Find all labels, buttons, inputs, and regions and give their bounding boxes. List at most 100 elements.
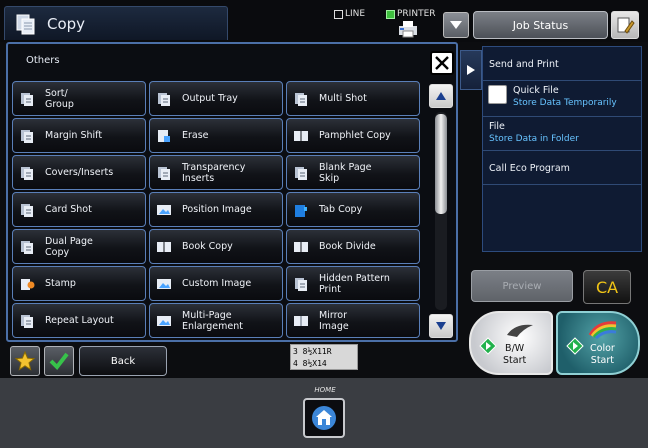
color-start-button[interactable]: Color Start xyxy=(556,311,640,375)
preview-button[interactable]: Preview xyxy=(471,270,573,302)
option-label: Multi Shot xyxy=(319,93,367,104)
option-button-stamp[interactable]: Stamp xyxy=(12,266,146,301)
settings-button[interactable] xyxy=(611,11,639,39)
repeat-layout-icon xyxy=(21,314,33,328)
printer-label: PRINTER xyxy=(397,9,436,19)
mirror-image-icon xyxy=(294,315,308,326)
sidebar-item-label: Quick File xyxy=(513,85,559,96)
paper-tray-status[interactable]: 3 8½X11R 4 8½X14 xyxy=(290,344,358,370)
option-label: Position Image xyxy=(182,204,252,215)
option-button-tab-copy[interactable]: Tab Copy xyxy=(286,192,420,227)
page-title: Copy xyxy=(47,15,86,33)
line-label: LINE xyxy=(345,9,366,19)
option-button-repeat-layout[interactable]: Repeat Layout xyxy=(12,303,146,338)
home-label: HOME xyxy=(314,386,336,394)
option-button-book-divide[interactable]: Book Divide xyxy=(286,229,420,264)
output-tray-icon xyxy=(158,92,170,106)
sort-group-icon xyxy=(21,92,33,106)
option-label: Margin Shift xyxy=(45,130,103,141)
option-button-book-copy[interactable]: Book Copy xyxy=(149,229,283,264)
home-button[interactable] xyxy=(303,398,345,438)
option-label: Book Copy xyxy=(182,241,233,252)
sidebar-item-sublabel: Store Data in Folder xyxy=(489,134,579,144)
color-copy-icon xyxy=(588,321,617,339)
position-image-icon xyxy=(157,204,171,215)
printer-indicator: PRINTER xyxy=(386,9,436,19)
custom-image-icon xyxy=(157,278,171,289)
option-button-custom-image[interactable]: Custom Image xyxy=(149,266,283,301)
top-bar: Copy LINE PRINTER Job Status xyxy=(0,0,648,42)
option-button-dual-page-copy[interactable]: Dual Page Copy xyxy=(12,229,146,264)
sidebar-item-quick-file[interactable]: Quick File Store Data Temporarily xyxy=(483,81,641,117)
option-label: Erase xyxy=(182,130,209,141)
quick-file-checkbox[interactable] xyxy=(488,85,507,104)
option-label: Multi-Page Enlargement xyxy=(182,309,243,332)
book-divide-icon xyxy=(294,241,308,252)
hidden-pattern-print-icon xyxy=(295,277,307,291)
option-button-transparency-inserts[interactable]: Transparency Inserts xyxy=(149,155,283,190)
favorite-button[interactable] xyxy=(10,346,40,376)
options-grid: Sort/ Group Output Tray Multi Shot Margin S… xyxy=(12,81,422,341)
clear-all-button[interactable]: CA xyxy=(583,270,631,304)
scrollbar-thumb[interactable] xyxy=(435,114,447,214)
option-button-covers-inserts[interactable]: Covers/Inserts xyxy=(12,155,146,190)
option-label: Book Divide xyxy=(319,241,376,252)
option-label: Stamp xyxy=(45,278,76,289)
erase-icon xyxy=(158,129,170,142)
multi-shot-icon xyxy=(295,92,307,106)
copy-mode-tab[interactable]: Copy xyxy=(4,6,228,40)
chevron-down-icon xyxy=(450,21,462,29)
option-button-multi-page-enlargement[interactable]: Multi-Page Enlargement xyxy=(149,303,283,338)
option-button-blank-page-skip[interactable]: Blank Page Skip xyxy=(286,155,420,190)
sidebar-item-send-and-print[interactable]: Send and Print xyxy=(483,47,641,81)
option-button-hidden-pattern-print[interactable]: Hidden Pattern Print xyxy=(286,266,420,301)
scrollbar-track[interactable] xyxy=(435,112,447,310)
option-button-erase[interactable]: Erase xyxy=(149,118,283,153)
bw-copy-icon xyxy=(507,324,533,337)
check-button[interactable] xyxy=(44,346,74,376)
option-button-multi-shot[interactable]: Multi Shot xyxy=(286,81,420,116)
copy-mode-icon xyxy=(16,14,35,35)
option-button-position-image[interactable]: Position Image xyxy=(149,192,283,227)
line-status-icon xyxy=(334,9,343,19)
back-button[interactable]: Back xyxy=(79,346,167,376)
option-label: Card Shot xyxy=(45,204,92,215)
transparency-inserts-icon xyxy=(158,166,170,180)
bw-start-label: B/W Start xyxy=(503,343,527,366)
option-button-output-tray[interactable]: Output Tray xyxy=(149,81,283,116)
sidebar-item-eco-program[interactable]: Call Eco Program xyxy=(483,151,641,185)
checkmark-icon xyxy=(49,352,69,371)
tray-line-2: 4 8½X14 xyxy=(293,359,327,368)
option-label: Sort/ Group xyxy=(45,87,74,110)
close-button[interactable] xyxy=(430,51,454,75)
option-button-sort-group[interactable]: Sort/ Group xyxy=(12,81,146,116)
settings-icon xyxy=(617,17,635,34)
stamp-icon xyxy=(21,278,35,290)
option-button-margin-shift[interactable]: Margin Shift xyxy=(12,118,146,153)
sidebar-item-label: Send and Print xyxy=(489,59,559,70)
arrow-up-icon xyxy=(436,92,446,100)
option-label: Dual Page Copy xyxy=(45,235,93,258)
sidebar-item-sublabel: Store Data Temporarily xyxy=(513,98,617,108)
option-label: Blank Page Skip xyxy=(319,161,372,184)
option-label: Transparency Inserts xyxy=(182,161,246,184)
option-button-pamphlet-copy[interactable]: Pamphlet Copy xyxy=(286,118,420,153)
line-indicator: LINE xyxy=(334,9,365,19)
dropdown-button[interactable] xyxy=(443,12,469,38)
card-shot-icon xyxy=(21,203,33,217)
scroll-down-button[interactable] xyxy=(429,314,453,338)
option-button-card-shot[interactable]: Card Shot xyxy=(12,192,146,227)
color-start-label: Color Start xyxy=(590,343,615,366)
option-button-mirror-image[interactable]: Mirror Image xyxy=(286,303,420,338)
sidebar-item-label: Call Eco Program xyxy=(489,163,570,174)
option-label: Repeat Layout xyxy=(45,315,114,326)
option-label: Pamphlet Copy xyxy=(319,130,391,141)
chevron-right-icon xyxy=(467,65,475,75)
arrow-down-icon xyxy=(436,322,446,330)
scroll-up-button[interactable] xyxy=(429,84,453,108)
job-status-button[interactable]: Job Status xyxy=(473,11,608,39)
sidebar-toggle[interactable] xyxy=(460,50,482,90)
pamphlet-copy-icon xyxy=(294,130,308,141)
bw-start-button[interactable]: B/W Start xyxy=(469,311,553,375)
sidebar-item-file[interactable]: File Store Data in Folder xyxy=(483,117,641,151)
